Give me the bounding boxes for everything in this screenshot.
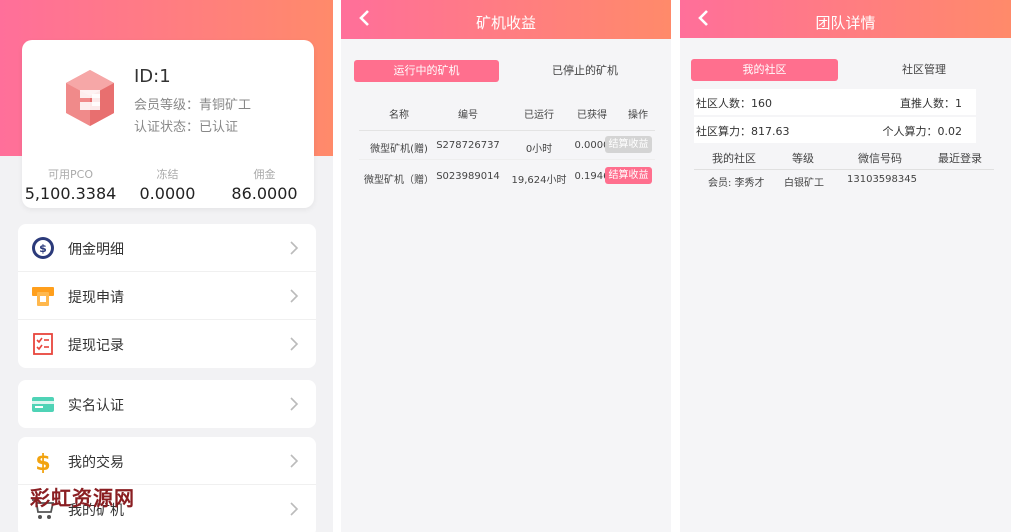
stat-frozen: 冻结 0.0000 xyxy=(119,166,216,203)
settle-earnings-button[interactable]: 结算收益 xyxy=(605,136,652,153)
stat-label: 佣金 xyxy=(253,168,276,181)
menu-item-label: 我的交易 xyxy=(68,455,124,471)
community-power: 社区算力：817.63 xyxy=(696,125,790,138)
community-count: 社区人数：160 xyxy=(696,97,772,110)
chevron-right-icon xyxy=(290,502,299,516)
column-header: 已获得 xyxy=(577,110,607,121)
table-row: 微型矿机(赠) S278726737 0小时 0.0000 结算收益 xyxy=(359,130,655,160)
stat-available-pco: 可用PCO 5,100.3384 xyxy=(22,166,119,203)
verification-status: 认证状态：已认证 xyxy=(134,120,239,135)
dollar-circle-icon: $ xyxy=(32,237,54,259)
team-table-header: 我的社区 等级 微信号码 最近登录 xyxy=(694,150,994,170)
column-header: 操作 xyxy=(628,110,648,121)
stat-label: 可用PCO xyxy=(48,168,93,181)
miner-code: S278726737 xyxy=(436,140,500,151)
column-header: 微信号码 xyxy=(858,152,902,165)
menu-item-commission-details[interactable]: $ 佣金明细 xyxy=(18,224,316,272)
table-row: 微型矿机（赠） S023989014 19,624小时 0.1946 结算收益 xyxy=(359,162,655,190)
power-summary-row: 社区算力：817.63 个人算力：0.02 xyxy=(694,117,976,143)
menu-item-withdraw-request[interactable]: 提现申请 xyxy=(18,272,316,320)
menu-group-finance: $ 佣金明细 提现申请 提现记录 xyxy=(18,224,316,368)
watermark-text: 彩虹资源网 xyxy=(30,486,135,510)
member-level: 白银矿工 xyxy=(784,178,824,189)
menu-group-verification: 实名认证 xyxy=(18,380,316,428)
team-topbar: 团队详情 xyxy=(680,0,1011,38)
miner-name: 微型矿机(赠) xyxy=(370,144,428,155)
chevron-right-icon xyxy=(290,454,299,468)
column-header: 等级 xyxy=(792,152,814,165)
team-details-panel: 团队详情 我的社区 社区管理 社区人数：160 直推人数：1 社区算力：817.… xyxy=(680,0,1011,532)
id-card-icon xyxy=(32,397,54,412)
chevron-right-icon xyxy=(290,289,299,303)
svg-text:$: $ xyxy=(35,451,50,473)
member-name: 会员: 李秀才 xyxy=(708,178,765,189)
miner-code: S023989014 xyxy=(436,171,500,182)
personal-power: 个人算力：0.02 xyxy=(882,125,963,138)
stat-value: 0.0000 xyxy=(139,184,196,203)
page-title: 矿机收益 xyxy=(475,14,536,32)
miner-runtime: 0小时 xyxy=(525,144,553,155)
member-wechat: 13103598345 xyxy=(847,174,917,185)
column-header: 已运行 xyxy=(524,110,554,121)
dollar-sign-icon: $ xyxy=(35,451,50,473)
withdraw-card-icon xyxy=(32,287,54,306)
tab-community-management[interactable]: 社区管理 xyxy=(850,59,998,81)
stat-label: 冻结 xyxy=(156,168,179,181)
community-summary-row: 社区人数：160 直推人数：1 xyxy=(694,89,976,115)
stat-value: 5,100.3384 xyxy=(24,184,117,203)
chevron-right-icon xyxy=(290,241,299,255)
profile-card: ID:1 会员等级：青铜矿工 认证状态：已认证 可用PCO 5,100.3384… xyxy=(22,40,314,208)
account-panel: ID:1 会员等级：青铜矿工 认证状态：已认证 可用PCO 5,100.3384… xyxy=(0,0,333,532)
menu-item-my-trades[interactable]: $ 我的交易 xyxy=(18,437,316,485)
miner-runtime: 19,624小时 xyxy=(511,175,567,186)
menu-item-withdraw-records[interactable]: 提现记录 xyxy=(18,320,316,368)
miner-earnings-panel: 矿机收益 运行中的矿机 已停止的矿机 名称 编号 已运行 已获得 操作 微型矿机… xyxy=(341,0,671,532)
table-row: 会员: 李秀才 白银矿工 13103598345 xyxy=(694,174,994,189)
tab-my-community[interactable]: 我的社区 xyxy=(691,59,838,81)
menu-item-label: 提现记录 xyxy=(68,338,124,354)
menu-item-label: 实名认证 xyxy=(68,398,124,414)
page-title: 团队详情 xyxy=(815,14,876,32)
column-header: 名称 xyxy=(389,110,409,121)
stat-value: 86.0000 xyxy=(231,184,298,203)
tab-running-miners[interactable]: 运行中的矿机 xyxy=(354,60,499,82)
column-header: 最近登录 xyxy=(938,152,982,165)
settle-earnings-button[interactable]: 结算收益 xyxy=(605,167,652,184)
member-level: 会员等级：青铜矿工 xyxy=(134,98,252,113)
chevron-right-icon xyxy=(290,397,299,411)
column-header: 我的社区 xyxy=(712,152,756,165)
stat-commission: 佣金 86.0000 xyxy=(216,166,313,203)
column-header: 编号 xyxy=(458,110,478,121)
menu-item-real-name-verification[interactable]: 实名认证 xyxy=(18,380,316,428)
receipt-checklist-icon xyxy=(33,333,53,355)
miner-topbar: 矿机收益 xyxy=(341,0,671,39)
svg-text:$: $ xyxy=(39,242,47,255)
direct-count: 直推人数：1 xyxy=(900,97,962,110)
miner-name: 微型矿机（赠） xyxy=(364,175,434,186)
menu-item-label: 提现申请 xyxy=(68,290,124,306)
tab-stopped-miners[interactable]: 已停止的矿机 xyxy=(511,60,659,82)
chevron-right-icon xyxy=(290,337,299,351)
brand-logo-icon xyxy=(66,70,114,126)
menu-item-label: 佣金明细 xyxy=(68,242,124,258)
user-id: ID:1 xyxy=(134,66,171,87)
